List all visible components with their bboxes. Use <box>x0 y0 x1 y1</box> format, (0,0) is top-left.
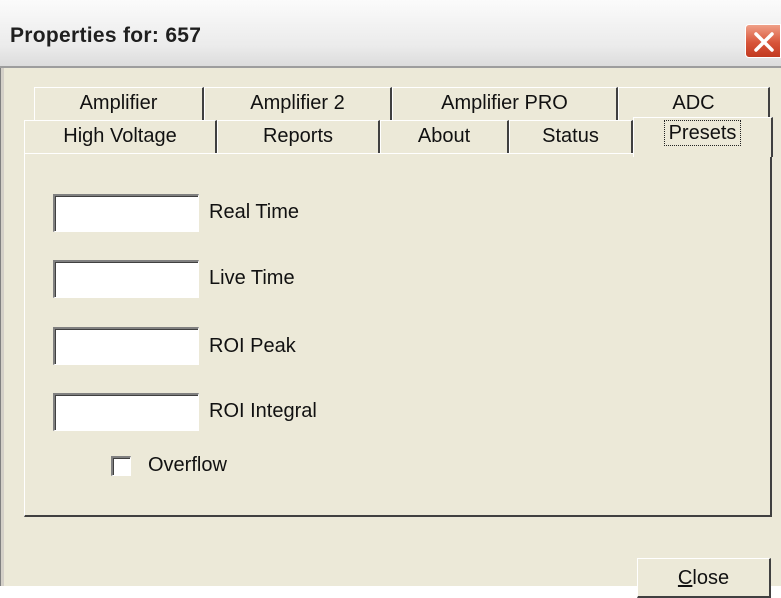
window-close-button[interactable] <box>745 24 781 58</box>
tab-label: Amplifier 2 <box>250 92 345 114</box>
window-title: Properties for: 657 <box>10 24 202 47</box>
tab-amplifier[interactable]: Amplifier <box>34 87 204 121</box>
title-bar[interactable]: Properties for: 657 <box>0 0 781 68</box>
tab-status[interactable]: Status <box>509 120 633 154</box>
roi-integral-label: ROI Integral <box>209 400 317 422</box>
live-time-input[interactable] <box>53 260 199 298</box>
tab-amplifier-2[interactable]: Amplifier 2 <box>204 87 392 121</box>
roi-peak-label: ROI Peak <box>209 335 296 357</box>
tab-adc[interactable]: ADC <box>618 87 770 121</box>
roi-peak-input[interactable] <box>53 327 199 365</box>
close-button-label: lose <box>692 566 730 589</box>
real-time-label: Real Time <box>209 201 300 223</box>
tab-label: About <box>417 125 471 147</box>
tab-label: Presets <box>663 120 742 146</box>
close-button[interactable]: Close <box>637 558 771 598</box>
roi-integral-input[interactable] <box>53 393 199 431</box>
tab-label: Reports <box>262 125 334 147</box>
properties-dialog: Properties for: 657 Amplifier Amplifier … <box>0 0 781 598</box>
overflow-checkbox[interactable] <box>111 456 131 476</box>
real-time-input[interactable] <box>53 194 199 232</box>
tab-high-voltage[interactable]: High Voltage <box>24 120 217 154</box>
tab-label: Amplifier <box>79 92 158 114</box>
tab-label: Status <box>542 125 599 147</box>
tab-amplifier-pro[interactable]: Amplifier PRO <box>392 87 618 121</box>
close-button-mnemonic: C <box>677 566 693 589</box>
tab-reports[interactable]: Reports <box>217 120 380 154</box>
tab-about[interactable]: About <box>380 120 509 154</box>
live-time-label: Live Time <box>209 267 295 289</box>
tab-label: ADC <box>672 92 715 114</box>
tab-presets[interactable]: Presets <box>633 117 773 157</box>
overflow-label: Overflow <box>148 454 227 476</box>
window-left-border <box>0 68 4 586</box>
tab-label: High Voltage <box>63 125 177 147</box>
tab-label: Amplifier PRO <box>441 92 568 114</box>
close-icon <box>754 32 774 52</box>
